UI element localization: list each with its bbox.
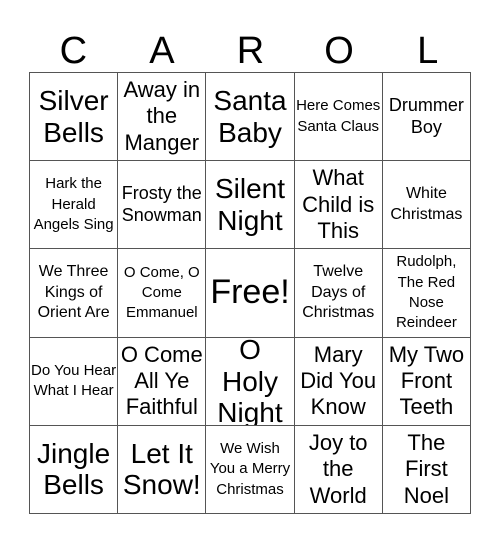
bingo-cell[interactable]: O Holy Night (206, 337, 295, 426)
header-letter: L (417, 30, 439, 72)
bingo-cell[interactable]: We Wish You a Merry Christmas (206, 425, 295, 514)
bingo-cell[interactable]: Mary Did You Know (294, 337, 383, 426)
bingo-cell[interactable]: Hark the Herald Angels Sing (30, 161, 119, 250)
bingo-cell[interactable]: The First Noel (382, 425, 471, 514)
bingo-cell[interactable]: We Three Kings of Orient Are (30, 249, 119, 338)
bingo-cell[interactable]: O Come, O Come Emmanuel (118, 249, 207, 338)
bingo-cell[interactable]: Rudolph, The Red Nose Reindeer (382, 249, 471, 338)
bingo-cell[interactable]: Santa Baby (206, 73, 295, 162)
bingo-cell[interactable]: Jingle Bells (30, 425, 119, 514)
bingo-cell[interactable]: Silent Night (206, 161, 295, 250)
bingo-cell[interactable]: Drummer Boy (382, 73, 471, 162)
header-letter: A (149, 30, 175, 72)
bingo-cell[interactable]: Joy to the World (294, 425, 383, 514)
bingo-cell[interactable]: Let It Snow! (118, 425, 207, 514)
bingo-cell[interactable]: Frosty the Snowman (118, 161, 207, 250)
bingo-header: C A R O L (29, 30, 472, 72)
bingo-cell[interactable]: Silver Bells (30, 73, 119, 162)
header-letter: R (236, 30, 265, 72)
bingo-cell[interactable]: O Come All Ye Faithful (118, 337, 207, 426)
bingo-cell[interactable]: What Child is This (294, 161, 383, 250)
bingo-cell[interactable]: Twelve Days of Christmas (294, 249, 383, 338)
bingo-card-grid: Silver Bells Away in the Manger Santa Baby… (29, 72, 471, 514)
header-letter: C (59, 30, 88, 72)
bingo-cell[interactable]: My Two Front Teeth (382, 337, 471, 426)
bingo-cell[interactable]: Do You Hear What I Hear (30, 337, 119, 426)
bingo-cell[interactable]: White Christmas (382, 161, 471, 250)
free-space-cell[interactable]: Free! (206, 249, 295, 338)
header-letter: O (324, 30, 354, 72)
bingo-cell[interactable]: Away in the Manger (118, 73, 207, 162)
bingo-cell[interactable]: Here Comes Santa Claus (294, 73, 383, 162)
